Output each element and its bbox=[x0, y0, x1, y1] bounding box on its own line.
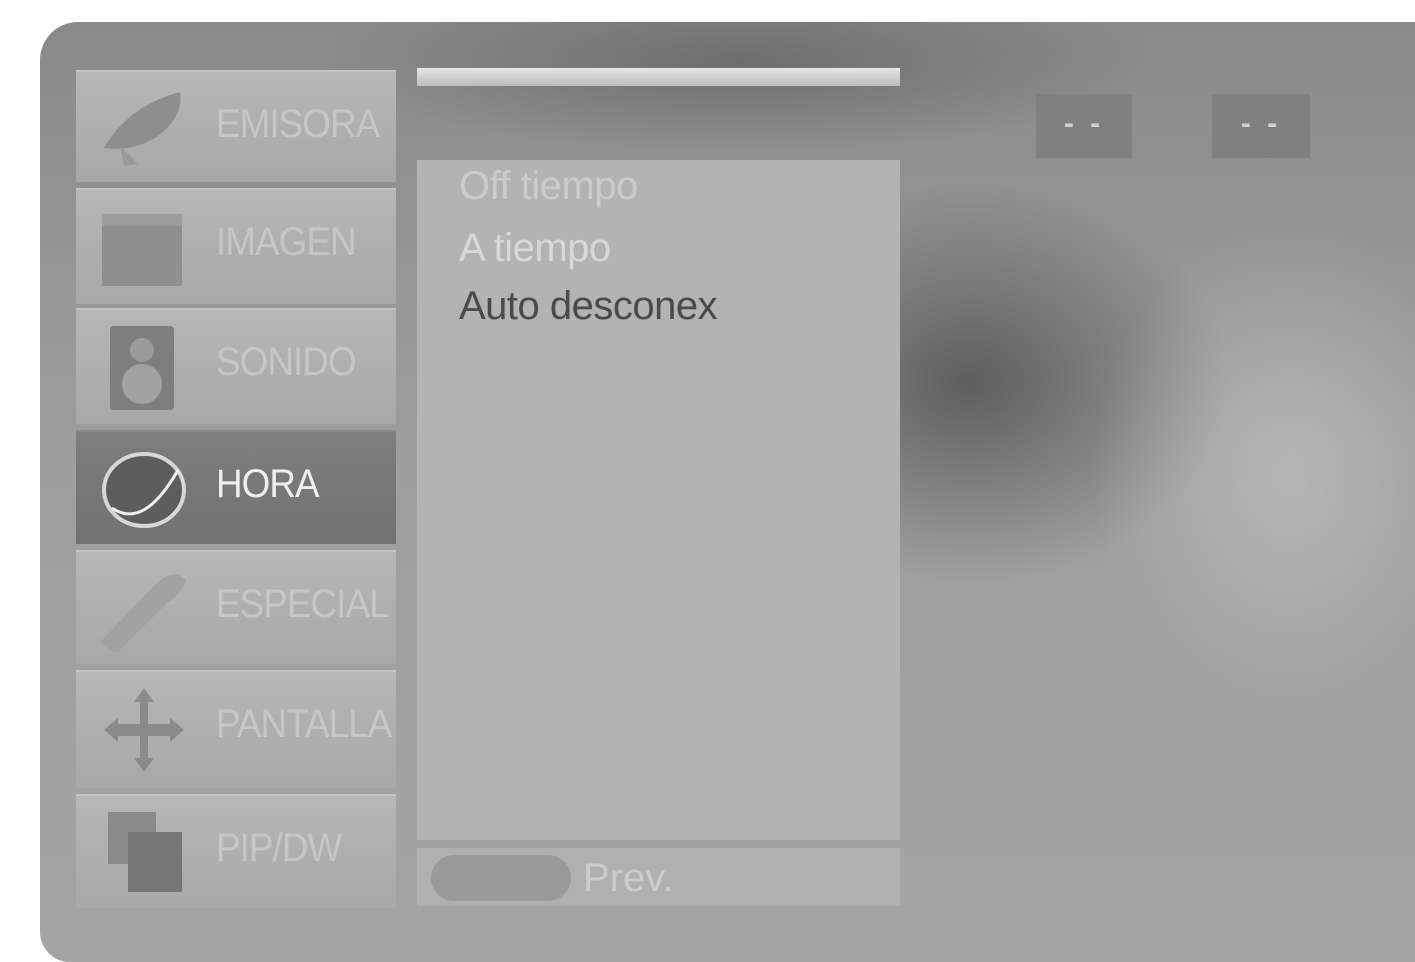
footer-bar: Prev. bbox=[417, 848, 900, 906]
menu-item-sonido[interactable]: SONIDO bbox=[76, 308, 396, 424]
hours-field[interactable]: - - bbox=[1036, 94, 1132, 158]
menu-label: PIP/DW bbox=[216, 826, 342, 870]
speaker-icon bbox=[110, 326, 174, 410]
option-off-tiempo[interactable]: Off tiempo bbox=[459, 164, 638, 209]
menu-label: SONIDO bbox=[216, 340, 357, 384]
menu-label: HORA bbox=[216, 462, 320, 506]
picture-icon bbox=[102, 214, 182, 286]
option-auto-desconex[interactable]: Auto desconex bbox=[459, 284, 718, 329]
option-a-tiempo[interactable]: A tiempo bbox=[459, 226, 611, 271]
prev-button-pill[interactable] bbox=[431, 855, 571, 901]
menu-label: IMAGEN bbox=[216, 220, 357, 264]
menu-label: PANTALLA bbox=[216, 702, 392, 746]
submenu-panel: Off tiempo A tiempo Auto desconex bbox=[417, 160, 900, 840]
move-arrows-icon bbox=[104, 688, 184, 772]
menu-item-pantalla[interactable]: PANTALLA bbox=[76, 670, 396, 788]
submenu-header-bar bbox=[417, 68, 900, 86]
tool-icon bbox=[100, 574, 186, 652]
pip-windows-icon bbox=[108, 812, 182, 892]
menu-item-pip-dw[interactable]: PIP/DW bbox=[76, 794, 396, 908]
menu-label: EMISORA bbox=[216, 102, 380, 146]
menu-item-hora[interactable]: HORA bbox=[76, 430, 396, 544]
osd-screen: EMISORA IMAGEN SONIDO HORA ESPECIAL PANT… bbox=[40, 22, 1415, 962]
menu-item-emisora[interactable]: EMISORA bbox=[76, 70, 396, 182]
menu-item-imagen[interactable]: IMAGEN bbox=[76, 188, 396, 304]
clock-icon bbox=[102, 452, 186, 528]
minutes-field[interactable]: - - bbox=[1212, 94, 1310, 158]
prev-label: Prev. bbox=[583, 856, 674, 900]
menu-label: ESPECIAL bbox=[216, 582, 390, 626]
menu-item-especial[interactable]: ESPECIAL bbox=[76, 550, 396, 664]
satellite-icon bbox=[104, 92, 181, 166]
